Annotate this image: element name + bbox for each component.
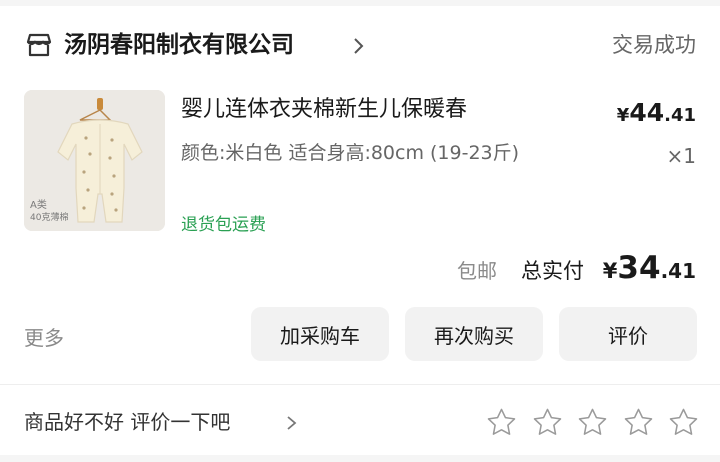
return-shipping-tag: 退货包运费	[181, 215, 266, 235]
product-quantity: ×1	[666, 144, 696, 168]
rate-prompt[interactable]: 商品好不好 评价一下吧	[24, 407, 230, 437]
review-button[interactable]: 评价	[559, 307, 697, 361]
star-icon[interactable]	[623, 407, 654, 438]
total-decimal: .41	[660, 259, 696, 283]
product-image[interactable]: A类 40克薄棉	[24, 90, 165, 231]
buy-again-button[interactable]: 再次购买	[405, 307, 543, 361]
total-currency: ¥	[602, 259, 618, 283]
total-integer: 34	[617, 250, 661, 286]
image-label-grade: A类	[30, 200, 47, 211]
add-to-cart-button[interactable]: 加采购车	[251, 307, 389, 361]
star-icon[interactable]	[486, 407, 517, 438]
price-currency: ¥	[616, 105, 630, 126]
price-integer: 44	[629, 98, 665, 127]
product-title[interactable]: 婴儿连体衣夹棉新生儿保暖春	[181, 94, 467, 126]
chevron-right-icon[interactable]	[352, 37, 364, 55]
free-shipping-label: 包邮	[457, 259, 497, 283]
chevron-right-icon[interactable]	[286, 415, 297, 431]
order-status: 交易成功	[612, 33, 696, 57]
product-price: ¥44.41	[617, 98, 696, 131]
star-icon[interactable]	[577, 407, 608, 438]
store-icon	[26, 33, 52, 57]
total-paid-label: 总实付	[521, 259, 584, 283]
image-label-material: 40克薄棉	[30, 213, 69, 223]
more-button[interactable]: 更多	[24, 323, 64, 353]
star-icon[interactable]	[532, 407, 563, 438]
store-name[interactable]: 汤阴春阳制衣有限公司	[64, 28, 294, 62]
product-spec: 颜色:米白色 适合身高:80cm (19-23斤)	[181, 142, 520, 164]
price-decimal: .41	[664, 105, 696, 126]
star-icon[interactable]	[668, 407, 699, 438]
divider	[0, 384, 720, 385]
star-rating	[486, 407, 699, 438]
total-paid-amount: ¥34.41	[603, 250, 696, 291]
order-card: 汤阴春阳制衣有限公司 交易成功 A类 40克薄棉 婴儿连体衣夹棉新生儿保暖春 ¥…	[0, 6, 720, 455]
